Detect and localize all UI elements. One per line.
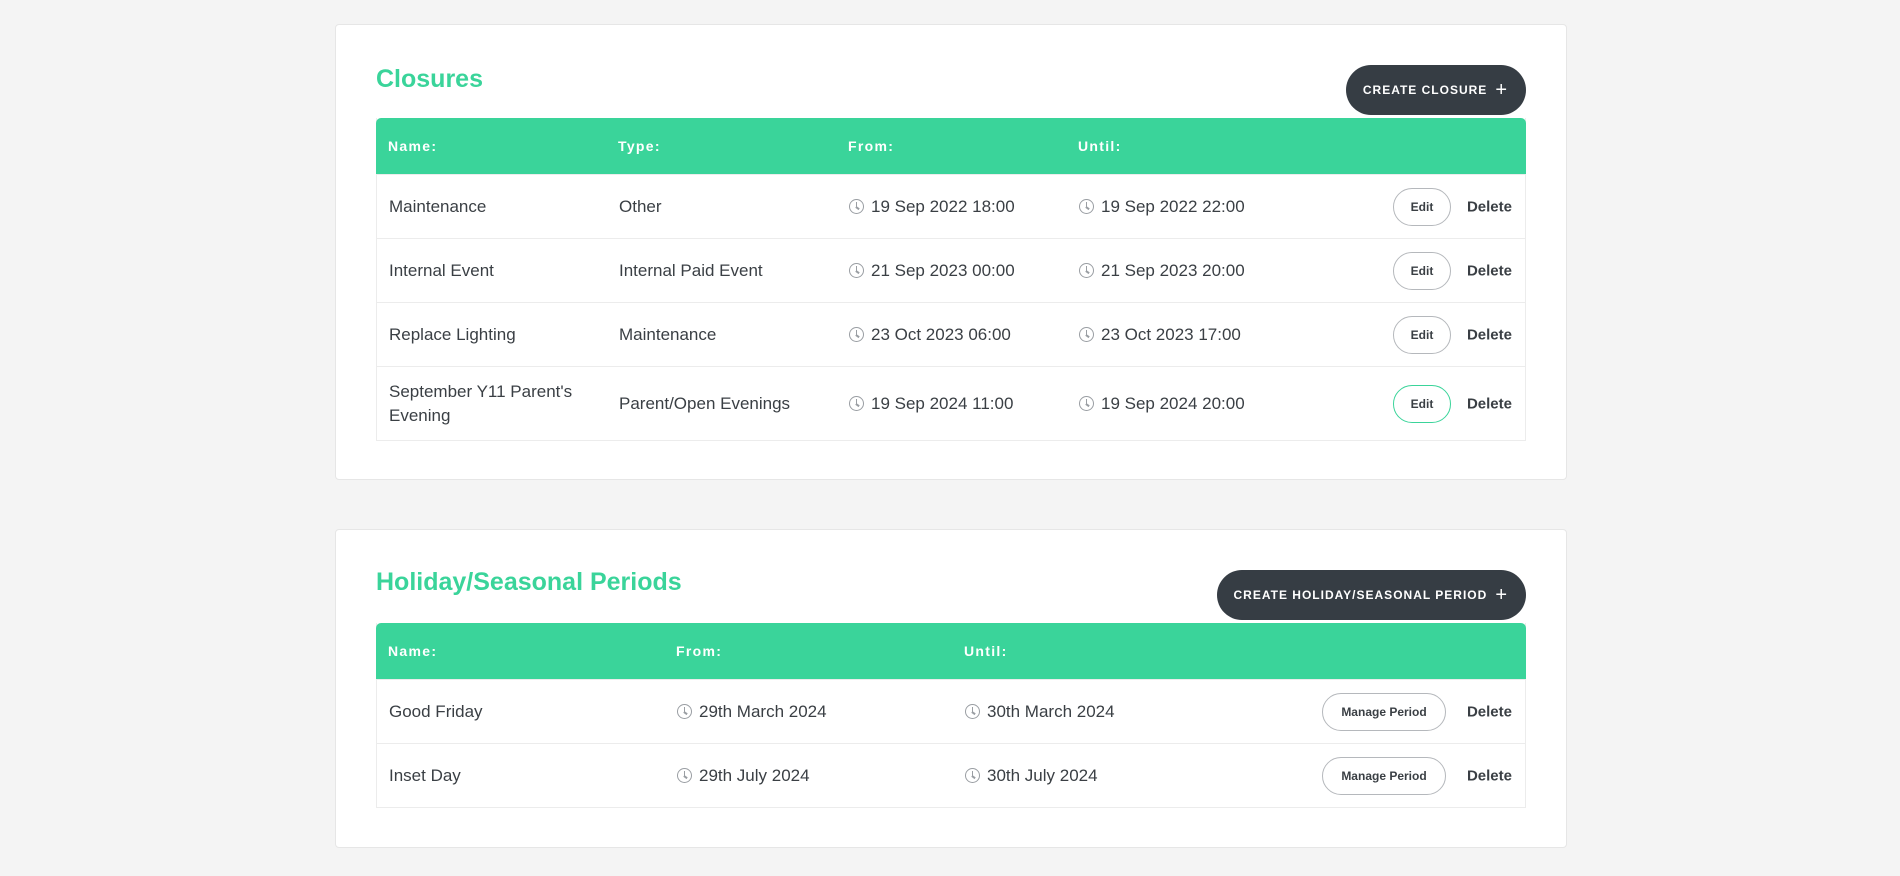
- closure-until: 23 Oct 2023 17:00: [1079, 323, 1241, 347]
- table-row: Replace Lighting Maintenance 23 Oct 2023…: [377, 302, 1525, 366]
- closure-from-text: 21 Sep 2023 00:00: [871, 260, 1015, 280]
- closure-name: Maintenance: [389, 196, 487, 216]
- edit-button[interactable]: Edit: [1393, 384, 1451, 423]
- edit-button[interactable]: Edit: [1393, 251, 1451, 290]
- period-from: 29th March 2024: [677, 700, 827, 724]
- column-header-from: From:: [848, 138, 895, 154]
- clock-icon: [1079, 396, 1094, 411]
- closure-until: 19 Sep 2024 20:00: [1079, 392, 1245, 416]
- periods-card: Holiday/Seasonal Periods CREATE HOLIDAY/…: [335, 529, 1567, 848]
- clock-icon: [677, 768, 692, 783]
- manage-period-button[interactable]: Manage Period: [1322, 692, 1446, 731]
- closure-type: Internal Paid Event: [619, 260, 763, 280]
- closure-from: 19 Sep 2024 11:00: [849, 392, 1013, 416]
- column-header-name: Name:: [388, 643, 438, 659]
- closure-until: 19 Sep 2022 22:00: [1079, 195, 1245, 219]
- table-row: Maintenance Other 19 Sep 2022 18:00 19 S…: [377, 174, 1525, 238]
- delete-link[interactable]: Delete: [1467, 703, 1512, 720]
- plus-icon: +: [1495, 78, 1508, 101]
- delete-link[interactable]: Delete: [1467, 767, 1512, 784]
- closure-from: 19 Sep 2022 18:00: [849, 195, 1015, 219]
- table-row: Good Friday 29th March 2024 30th March 2…: [377, 679, 1525, 743]
- closure-from-text: 19 Sep 2024 11:00: [871, 393, 1014, 413]
- plus-icon: +: [1495, 583, 1508, 606]
- closures-title: Closures: [376, 65, 483, 93]
- closures-table: Name: Type: From: Until: Maintenance Oth…: [376, 118, 1526, 441]
- period-until: 30th March 2024: [965, 700, 1115, 724]
- closure-name: Internal Event: [389, 260, 494, 280]
- periods-title: Holiday/Seasonal Periods: [376, 568, 682, 596]
- period-from-text: 29th March 2024: [699, 701, 827, 721]
- clock-icon: [965, 768, 980, 783]
- create-period-label: CREATE HOLIDAY/SEASONAL PERIOD: [1233, 588, 1488, 602]
- closure-from: 23 Oct 2023 06:00: [849, 323, 1011, 347]
- column-header-from: From:: [676, 643, 723, 659]
- create-closure-label: CREATE CLOSURE: [1362, 83, 1488, 97]
- closure-name: Replace Lighting: [389, 324, 516, 344]
- column-header-until: Until:: [964, 643, 1008, 659]
- period-from-text: 29th July 2024: [699, 765, 810, 785]
- clock-icon: [849, 263, 864, 278]
- clock-icon: [1079, 199, 1094, 214]
- edit-button[interactable]: Edit: [1393, 187, 1451, 226]
- create-closure-button[interactable]: CREATE CLOSURE +: [1345, 65, 1526, 115]
- clock-icon: [849, 199, 864, 214]
- closures-card: Closures CREATE CLOSURE + Name: Type: Fr…: [335, 24, 1567, 480]
- column-header-name: Name:: [388, 138, 438, 154]
- delete-link[interactable]: Delete: [1467, 198, 1512, 215]
- delete-link[interactable]: Delete: [1467, 262, 1512, 279]
- clock-icon: [1079, 327, 1094, 342]
- closure-type: Maintenance: [619, 324, 717, 344]
- clock-icon: [677, 704, 692, 719]
- closure-type: Parent/Open Evenings: [619, 393, 791, 413]
- closure-until-text: 21 Sep 2023 20:00: [1101, 260, 1245, 280]
- closure-from-text: 23 Oct 2023 06:00: [871, 324, 1011, 344]
- period-name: Inset Day: [389, 765, 461, 785]
- closure-until-text: 19 Sep 2024 20:00: [1101, 393, 1245, 413]
- clock-icon: [965, 704, 980, 719]
- periods-table: Name: From: Until: Good Friday 29th Marc…: [376, 623, 1526, 808]
- table-row: Inset Day 29th July 2024 30th July 2024 …: [377, 743, 1525, 807]
- column-header-until: Until:: [1078, 138, 1122, 154]
- table-row: Internal Event Internal Paid Event 21 Se…: [377, 238, 1525, 302]
- closure-until: 21 Sep 2023 20:00: [1079, 259, 1245, 283]
- closure-until-text: 19 Sep 2022 22:00: [1101, 196, 1245, 216]
- closure-type: Other: [619, 196, 662, 216]
- column-header-type: Type:: [618, 138, 661, 154]
- period-until-text: 30th March 2024: [987, 701, 1115, 721]
- period-until-text: 30th July 2024: [987, 765, 1098, 785]
- period-until: 30th July 2024: [965, 764, 1098, 788]
- table-row: September Y11 Parent's Evening Parent/Op…: [377, 366, 1525, 440]
- periods-table-header: Name: From: Until:: [376, 623, 1526, 679]
- manage-period-button[interactable]: Manage Period: [1322, 756, 1446, 795]
- create-period-button[interactable]: CREATE HOLIDAY/SEASONAL PERIOD +: [1216, 570, 1526, 620]
- closure-from: 21 Sep 2023 00:00: [849, 259, 1015, 283]
- closure-until-text: 23 Oct 2023 17:00: [1101, 324, 1241, 344]
- period-from: 29th July 2024: [677, 764, 810, 788]
- closures-table-header: Name: Type: From: Until:: [376, 118, 1526, 174]
- delete-link[interactable]: Delete: [1467, 395, 1512, 412]
- edit-button[interactable]: Edit: [1393, 315, 1451, 354]
- clock-icon: [849, 396, 864, 411]
- period-name: Good Friday: [389, 701, 483, 721]
- closure-from-text: 19 Sep 2022 18:00: [871, 196, 1015, 216]
- closure-name: September Y11 Parent's Evening: [389, 381, 573, 425]
- delete-link[interactable]: Delete: [1467, 326, 1512, 343]
- clock-icon: [1079, 263, 1094, 278]
- clock-icon: [849, 327, 864, 342]
